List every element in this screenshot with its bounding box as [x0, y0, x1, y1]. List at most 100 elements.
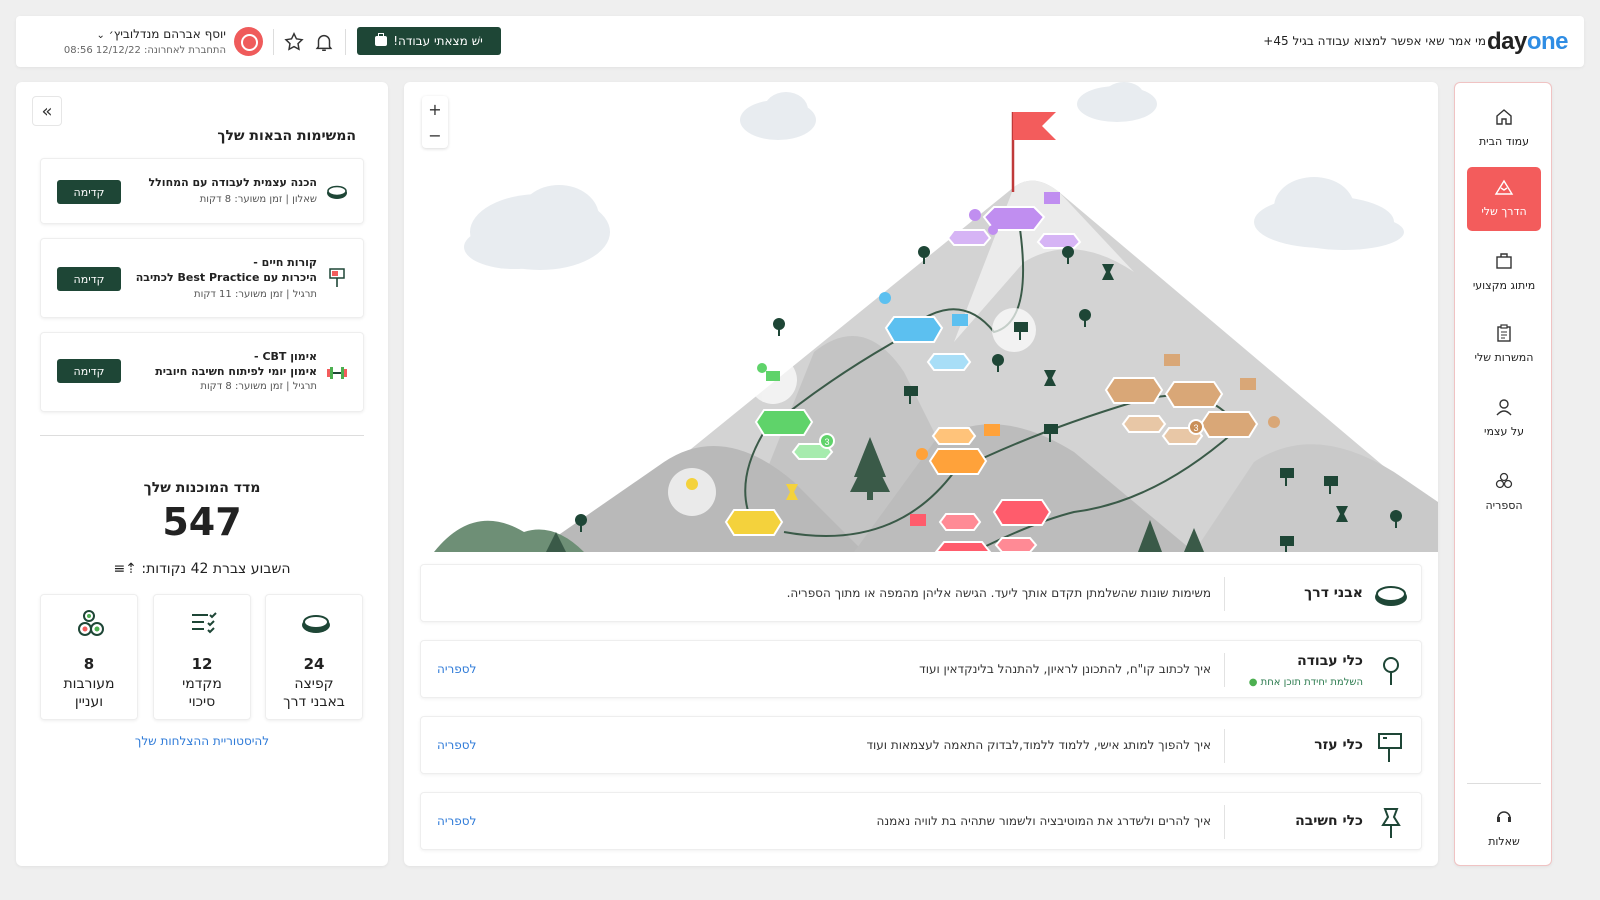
task-title: הכנה עצמית לעבודה עם המחולל: [148, 176, 317, 189]
nav-label: על עצמי: [1484, 425, 1524, 438]
summit-flag[interactable]: [1011, 112, 1056, 192]
stat-milestones: 24 קפיצה באבני דרך: [265, 594, 363, 720]
nav-item-my-path[interactable]: הדרך שלי: [1467, 167, 1541, 231]
sort-up-icon: ⇡≡: [113, 561, 137, 577]
stat-label: קפיצה באבני דרך: [266, 675, 362, 711]
tagline: מי אמר שאי אפשר למצוא עבודה בגיל 45+: [1263, 34, 1486, 48]
nav-label: עמוד הבית: [1478, 135, 1530, 148]
engagement-icon: [78, 610, 104, 636]
pushpin-icon: [1381, 808, 1401, 838]
milestones-yellow[interactable]: [724, 509, 784, 536]
library-icon: [1495, 472, 1513, 489]
found-job-button[interactable]: ישׁ מצאתי עבודה!: [357, 27, 501, 55]
chevron-down-icon[interactable]: ⌄: [97, 30, 105, 41]
dumbbell-icon: [327, 367, 347, 379]
nav-label: שאלות: [1488, 835, 1520, 848]
star-icon[interactable]: [283, 31, 305, 53]
legend-description: איך להרים ולשדרג את המוטיבציה ולשמור שתה…: [876, 814, 1212, 828]
journey-map-panel: 3 3 + − אבני דרך משימות שונות שהשלמתן תק…: [404, 82, 1438, 866]
mountain-icon: [1494, 179, 1514, 195]
week-points: השבוע צברת 42 נקודות: ⇡≡: [16, 561, 388, 577]
task-title-line1: קורות חיים -: [253, 256, 317, 269]
dayone-logo[interactable]: dayone: [1487, 28, 1569, 56]
stat-label: מעורבות ועניין: [41, 675, 137, 711]
library-link[interactable]: לספריה: [437, 814, 476, 828]
legend-milestones: אבני דרך משימות שונות שהשלמתן תקדם אותך …: [420, 564, 1422, 622]
pin-icon: [1383, 657, 1399, 685]
avatar[interactable]: [234, 27, 263, 56]
double-chevron-left-icon: «: [41, 100, 53, 122]
stat-label-line2: סיכוי: [188, 694, 216, 710]
task-title-line1: אימון CBT -: [254, 350, 317, 363]
stat-value: 24: [303, 655, 325, 673]
nav-item-my-jobs[interactable]: המשרות שלי: [1467, 313, 1541, 375]
legend-aid-tools: כלי עזר איך להפוך למותג אישי, ללמוד ללמו…: [420, 716, 1422, 774]
task-title-line2: אימון יומי לפיתוח חשיבה חיובית: [155, 365, 317, 378]
side-navigation: עמוד הבית הדרך שלי מיתוג מקצועי המשרות ש…: [1454, 82, 1552, 866]
legend-work-tools: כלי עבודה השלמת יחידת תוכן אחת ● איך לכת…: [420, 640, 1422, 698]
task-card[interactable]: קדימה הכנה עצמית לעבודה עם המחולל שאלון …: [40, 158, 364, 224]
nav-item-home[interactable]: עמוד הבית: [1467, 97, 1541, 159]
task-duration: זמן משוער: 8 דקות: [199, 194, 283, 205]
milestone-icon: [302, 615, 330, 633]
zoom-controls: + −: [422, 96, 448, 148]
stat-label: מקדמי סיכוי: [154, 675, 250, 711]
badge-count: 3: [824, 437, 829, 447]
legend-title: כלי חשיבה: [1295, 813, 1363, 829]
zoom-in-button[interactable]: +: [422, 96, 448, 122]
legend-description: משימות שונות שהשלמתן תקדם אותך ליעד. הגי…: [786, 586, 1211, 600]
nav-item-library[interactable]: הספריה: [1467, 461, 1541, 523]
zoom-out-button[interactable]: −: [422, 122, 448, 148]
task-type: תרגיל: [292, 289, 317, 300]
nav-label: המשרות שלי: [1474, 351, 1534, 364]
milestone-icon: [327, 185, 347, 199]
library-link[interactable]: לספריה: [437, 738, 476, 752]
stat-label-line1: מקדמי: [182, 676, 222, 692]
task-type: תרגיל: [292, 381, 317, 392]
legend-title: כלי עזר: [1314, 737, 1363, 753]
legend-progress-text: השלמת יחידת תוכן אחת: [1260, 677, 1363, 688]
nav-item-about-me[interactable]: על עצמי: [1467, 387, 1541, 449]
history-link[interactable]: להיסטוריית ההצלחות שלך: [16, 734, 388, 748]
briefcase-icon: [375, 33, 388, 46]
legend-title: כלי עבודה: [1297, 653, 1363, 669]
task-card[interactable]: קדימה קורות חיים - היכרות עם Best Practi…: [40, 238, 364, 318]
stat-label-line2: באבני דרך: [283, 694, 345, 710]
library-link[interactable]: לספריה: [437, 662, 476, 676]
readiness-title: מדד המוכנות שלך: [143, 480, 261, 496]
milestone-icon: [1375, 586, 1407, 606]
legend-divider: [1224, 805, 1225, 839]
clouds: [464, 82, 1404, 270]
nav-item-branding[interactable]: מיתוג מקצועי: [1467, 241, 1541, 303]
task-duration: זמן משוער: 11 דקות: [194, 289, 283, 300]
user-name-text: יוסף אברהם מנדלוביץ׳: [108, 27, 226, 41]
task-meta: תרגיל | זמן משוער: 8 דקות: [200, 381, 317, 392]
home-icon: [1496, 109, 1512, 125]
collapse-panel-button[interactable]: «: [32, 96, 62, 126]
stat-chances: 12 מקדמי סיכוי: [153, 594, 251, 720]
nav-item-questions[interactable]: שאלות: [1467, 797, 1541, 859]
user-name[interactable]: יוסף אברהם מנדלוביץ׳ ⌄: [76, 27, 226, 41]
task-meta: שאלון | זמן משוער: 8 דקות: [199, 194, 317, 205]
stat-label-line1: מעורבות: [63, 676, 115, 692]
found-job-label: ישׁ מצאתי עבודה!: [393, 34, 483, 48]
nav-label: מיתוג מקצועי: [1472, 279, 1536, 292]
stat-value: 12: [191, 655, 213, 673]
task-duration: זמן משוער: 8 דקות: [200, 381, 283, 392]
user-icon: [1496, 399, 1512, 416]
nav-label: הדרך שלי: [1481, 205, 1527, 218]
sign-icon: [1378, 733, 1402, 762]
last-login: התחברת לאחרונה: 12/12/22 08:56: [63, 45, 226, 56]
journey-map[interactable]: 3 3: [434, 82, 1438, 552]
header-divider: [345, 29, 346, 55]
check-circle-icon: ●: [1248, 677, 1258, 688]
tasks-panel: « המשימות הבאות שלך קדימה הכנה עצמית לעב…: [16, 82, 388, 866]
legend-progress: השלמת יחידת תוכן אחת ●: [1249, 677, 1363, 688]
task-card[interactable]: קדימה אימון CBT - אימון יומי לפיתוח חשיב…: [40, 332, 364, 412]
task-meta: תרגיל | זמן משוער: 11 דקות: [194, 289, 317, 300]
checklist-icon: [192, 612, 217, 634]
bell-icon[interactable]: [313, 31, 335, 53]
task-title: קורות חיים - היכרות עם Best Practice לכת…: [97, 255, 317, 285]
readiness-value: 547: [162, 500, 242, 544]
week-points-text: השבוע צברת 42 נקודות:: [141, 561, 291, 577]
